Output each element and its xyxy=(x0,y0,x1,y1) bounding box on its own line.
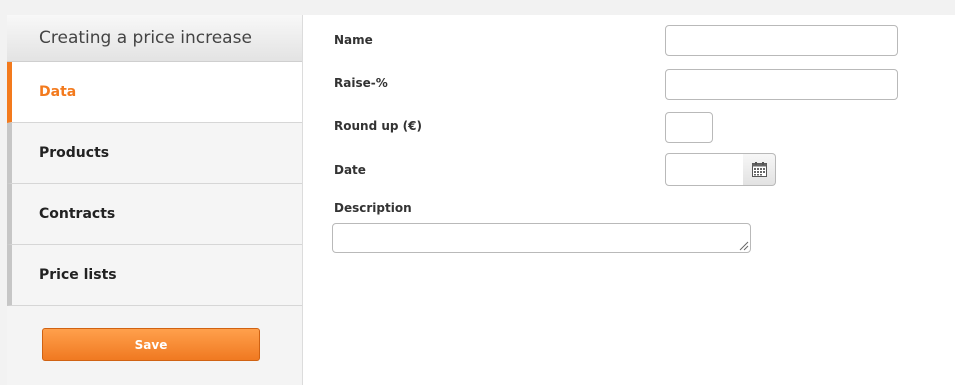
sidebar: Creating a price increase Data Products … xyxy=(7,15,303,385)
tab-data[interactable]: Data xyxy=(7,62,302,123)
tab-price-lists[interactable]: Price lists xyxy=(7,245,302,306)
description-wrapper xyxy=(332,223,751,253)
description-label: Description xyxy=(334,201,412,215)
tab-products[interactable]: Products xyxy=(7,123,302,184)
date-label: Date xyxy=(334,163,366,177)
save-area: Save xyxy=(7,306,302,361)
name-label: Name xyxy=(334,33,373,47)
form-panel: Name Raise-% Round up (€) Date Descripti… xyxy=(303,15,955,385)
round-up-field[interactable] xyxy=(665,112,713,143)
resize-handle-icon[interactable] xyxy=(739,241,749,251)
save-button[interactable]: Save xyxy=(42,328,260,361)
raise-percent-field[interactable] xyxy=(665,69,898,100)
date-field[interactable] xyxy=(665,153,744,186)
tab-contracts[interactable]: Contracts xyxy=(7,184,302,245)
round-up-label: Round up (€) xyxy=(334,119,422,133)
description-field[interactable] xyxy=(332,223,751,253)
raise-percent-label: Raise-% xyxy=(334,76,388,90)
calendar-icon xyxy=(751,162,767,177)
name-field[interactable] xyxy=(665,25,898,56)
date-picker-button[interactable] xyxy=(743,153,776,186)
sidebar-title: Creating a price increase xyxy=(7,15,302,62)
